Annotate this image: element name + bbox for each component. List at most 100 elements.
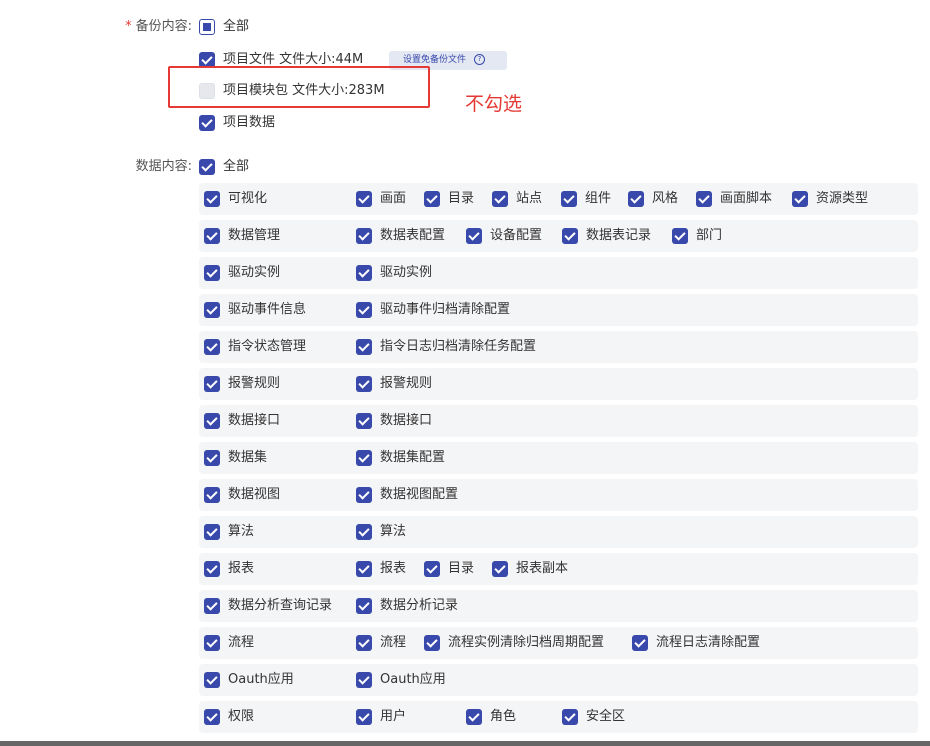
item-checkbox[interactable] [356,487,372,503]
category-label: 流程 [228,635,255,650]
item-label: 数据集配置 [380,450,446,465]
item-checkbox[interactable] [561,191,577,207]
item-checkbox[interactable] [356,635,372,651]
item-checkbox[interactable] [356,598,372,614]
category-checkbox[interactable] [204,450,220,466]
category-checkbox[interactable] [204,413,220,429]
item-checkbox[interactable] [356,339,372,355]
item-checkbox[interactable] [356,413,372,429]
category-label: 数据集 [228,450,268,465]
item-checkbox[interactable] [792,191,808,207]
data-all-checkbox[interactable] [199,159,215,175]
item-checkbox[interactable] [562,709,578,725]
category-label: 权限 [228,709,255,724]
category-checkbox[interactable] [204,524,220,540]
data-row [199,405,918,437]
item-label: 资源类型 [816,191,869,206]
category-label: 数据分析查询记录 [228,598,333,613]
data-row [199,664,918,696]
item-label: 驱动事件归档清除配置 [380,302,511,317]
item-checkbox[interactable] [356,524,372,540]
question-circle-icon[interactable]: ? [474,54,486,65]
data-row [199,220,918,252]
category-checkbox[interactable] [204,376,220,392]
item-checkbox[interactable] [356,302,372,318]
item-checkbox[interactable] [628,191,644,207]
category-checkbox[interactable] [204,598,220,614]
item-checkbox[interactable] [356,672,372,688]
item-label: 驱动实例 [380,265,433,280]
category-checkbox[interactable] [204,339,220,355]
item-label: 报警规则 [380,376,433,391]
category-checkbox[interactable] [204,302,220,318]
data-row [199,368,918,400]
category-label: Oauth应用 [228,672,294,687]
item-label: 画面脚本 [720,191,773,206]
item-label: 风格 [652,191,679,206]
item-label: 组件 [585,191,612,206]
item-label: 画面 [380,191,407,206]
data-content-label: 数据内容: [135,159,192,174]
category-label: 驱动实例 [228,265,281,280]
item-checkbox[interactable] [424,191,440,207]
data-row [199,442,918,474]
item-label: 数据表配置 [380,228,446,243]
category-checkbox[interactable] [204,191,220,207]
item-label: 目录 [448,561,475,576]
category-checkbox[interactable] [204,487,220,503]
item-checkbox[interactable] [424,561,440,577]
item-checkbox[interactable] [696,191,712,207]
item-checkbox[interactable] [632,635,648,651]
required-mark: * [125,19,132,34]
item-checkbox[interactable] [492,191,508,207]
item-label: 目录 [448,191,475,206]
item-checkbox[interactable] [356,191,372,207]
bottom-scroll-edge [0,741,930,746]
category-label: 可视化 [228,191,268,206]
item-checkbox[interactable] [492,561,508,577]
category-label: 数据管理 [228,228,281,243]
item-label: 报表副本 [516,561,569,576]
item-checkbox[interactable] [466,228,482,244]
set-exempt-backup-label: 设置免备份文件 [403,55,467,65]
project-data-checkbox[interactable] [199,115,215,131]
category-checkbox[interactable] [204,672,220,688]
backup-label-text: 备份内容: [135,19,192,34]
category-label: 报表 [228,561,255,576]
item-label: 流程日志清除配置 [656,635,761,650]
category-label: 指令状态管理 [228,339,307,354]
backup-content-label: * 备份内容: [110,18,192,36]
data-row [199,516,918,548]
category-checkbox[interactable] [204,561,220,577]
category-label: 数据视图 [228,487,281,502]
item-label: 数据分析记录 [380,598,459,613]
item-checkbox[interactable] [356,265,372,281]
item-checkbox[interactable] [466,709,482,725]
item-checkbox[interactable] [356,709,372,725]
category-checkbox[interactable] [204,709,220,725]
item-checkbox[interactable] [672,228,688,244]
category-checkbox[interactable] [204,265,220,281]
item-checkbox[interactable] [356,228,372,244]
item-checkbox[interactable] [356,561,372,577]
item-label: 设备配置 [490,228,543,243]
annotation-text: 不勾选 [465,93,523,115]
category-checkbox[interactable] [204,228,220,244]
item-checkbox[interactable] [356,450,372,466]
category-label: 算法 [228,524,255,539]
backup-all-checkbox[interactable] [199,19,215,35]
project-data-label: 项目数据 [223,115,276,130]
category-label: 数据接口 [228,413,281,428]
item-label: Oauth应用 [380,672,446,687]
item-label: 用户 [380,709,407,724]
item-label: 数据视图配置 [380,487,459,502]
item-checkbox[interactable] [424,635,440,651]
item-label: 报表 [380,561,407,576]
item-checkbox[interactable] [562,228,578,244]
item-checkbox[interactable] [356,376,372,392]
category-checkbox[interactable] [204,635,220,651]
item-label: 部门 [696,228,723,243]
highlight-box [168,66,430,108]
item-label: 算法 [380,524,407,539]
item-label: 站点 [516,191,543,206]
